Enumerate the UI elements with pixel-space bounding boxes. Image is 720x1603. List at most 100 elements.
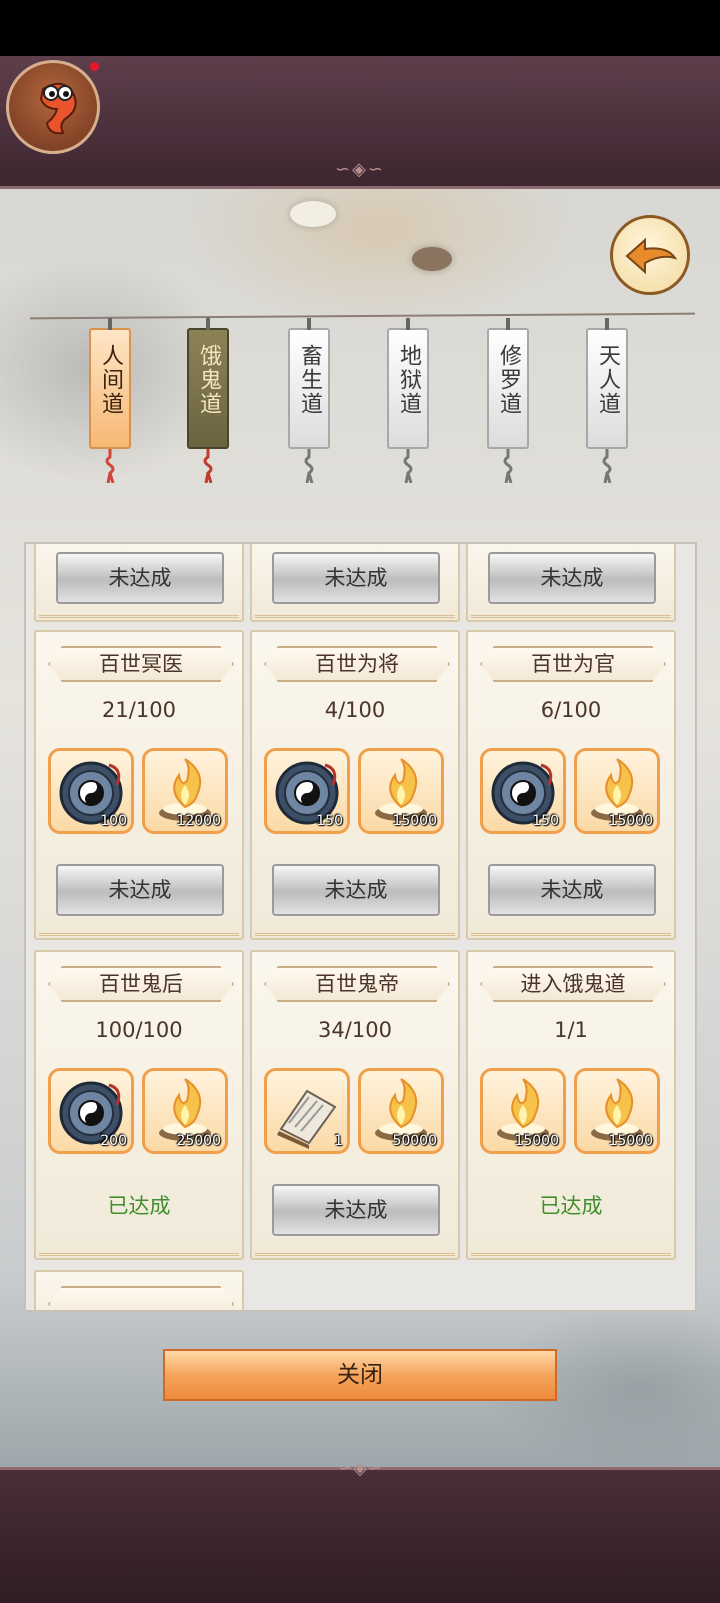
card-title: 百世为官 [531, 652, 615, 676]
yin-yang-orb-icon [290, 201, 336, 227]
tassel-knot-icon [403, 449, 413, 483]
footer-bar: ∽◈∽ [0, 1458, 720, 1603]
reward-item[interactable]: 1 [264, 1068, 350, 1154]
status-bar [0, 0, 720, 56]
reward-count: 1 [334, 1133, 343, 1149]
tab-hook [605, 318, 609, 330]
tassel-knot-icon [503, 449, 513, 483]
reward-item[interactable]: 15000 [480, 1068, 566, 1154]
reward-item[interactable]: 150 [480, 748, 566, 834]
yin-yang-orb-icon [412, 247, 452, 271]
status-button-not-achieved[interactable]: 未达成 [272, 552, 440, 604]
reward-count: 200 [100, 1133, 127, 1149]
tab-hook [307, 318, 311, 330]
tab-1[interactable]: 人间道 [89, 318, 131, 483]
tab-label: 畜生道 [297, 344, 322, 416]
tab-hook [506, 318, 510, 330]
card-title-ribbon [48, 1286, 234, 1310]
card-title: 百世冥医 [99, 652, 183, 676]
reward-item[interactable]: 200 [48, 1068, 134, 1154]
reward-item[interactable]: 15000 [574, 1068, 660, 1154]
reward-count: 12000 [176, 813, 221, 829]
card-title-ribbon: 百世鬼后 [48, 966, 234, 1002]
achievement-card-partial: 未达成 [34, 544, 244, 622]
card-title-ribbon: 百世鬼帝 [264, 966, 450, 1002]
achievement-panel[interactable]: 未达成 未达成 未达成 百世冥医 21/100 100 12000 未达成 百世为将 4/100 1… [24, 542, 697, 1312]
reward-item[interactable]: 50000 [358, 1068, 444, 1154]
achievement-card-partial: 未达成 [250, 544, 460, 622]
close-button[interactable]: 关闭 [163, 1349, 557, 1401]
reward-count: 15000 [392, 813, 437, 829]
tab-label: 人间道 [98, 344, 123, 416]
tab-label: 饿鬼道 [196, 344, 221, 416]
status-button-not-achieved[interactable]: 未达成 [488, 552, 656, 604]
tab-label: 天人道 [595, 344, 620, 416]
achievement-card: 进入饿鬼道 1/1 15000 15000 已达成 [466, 950, 676, 1260]
reward-item[interactable]: 15000 [358, 748, 444, 834]
card-title: 百世鬼后 [99, 972, 183, 996]
tab-5[interactable]: 修罗道 [487, 318, 529, 483]
tassel-knot-icon [203, 449, 213, 483]
achievement-card: 百世鬼帝 34/100 1 50000 未达成 [250, 950, 460, 1260]
reward-count: 150 [316, 813, 343, 829]
tassel-knot-icon [304, 449, 314, 483]
status-button-not-achieved[interactable]: 未达成 [488, 864, 656, 916]
reward-count: 15000 [608, 813, 653, 829]
reward-item[interactable]: 15000 [574, 748, 660, 834]
card-title-ribbon: 百世为将 [264, 646, 450, 682]
card-title: 百世鬼帝 [315, 972, 399, 996]
card-title: 进入饿鬼道 [520, 972, 626, 996]
reward-item[interactable]: 25000 [142, 1068, 228, 1154]
status-button-not-achieved[interactable]: 未达成 [272, 1184, 440, 1236]
achievement-card-partial [34, 1270, 244, 1310]
reward-count: 25000 [176, 1133, 221, 1149]
achievement-card: 百世鬼后 100/100 200 25000 已达成 [34, 950, 244, 1260]
reward-item[interactable]: 150 [264, 748, 350, 834]
status-achieved-label: 已达成 [107, 1194, 171, 1218]
tassel-knot-icon [105, 449, 115, 483]
tassel-knot-icon [602, 449, 612, 483]
tab-4[interactable]: 地狱道 [387, 318, 429, 483]
card-progress: 6/100 [540, 698, 602, 722]
player-avatar[interactable] [6, 60, 100, 154]
reward-count: 100 [100, 813, 127, 829]
header-ornament: ∽◈∽ [334, 159, 385, 180]
card-progress: 1/1 [554, 1018, 588, 1042]
tab-hook [406, 318, 410, 330]
reward-item[interactable]: 100 [48, 748, 134, 834]
achievement-card: 百世冥医 21/100 100 12000 未达成 [34, 630, 244, 940]
card-title-ribbon: 百世为官 [480, 646, 666, 682]
tab-2[interactable]: 饿鬼道 [187, 318, 229, 483]
notification-dot [90, 62, 99, 71]
status-button-not-achieved[interactable]: 未达成 [56, 552, 224, 604]
achievement-card: 百世为将 4/100 150 15000 未达成 [250, 630, 460, 940]
achievement-card: 百世为官 6/100 150 15000 未达成 [466, 630, 676, 940]
card-progress: 100/100 [95, 1018, 183, 1042]
footer-ornament: ∽◈∽ [337, 1458, 382, 1479]
reward-count: 150 [532, 813, 559, 829]
back-arrow-icon [625, 237, 678, 275]
tab-label: 地狱道 [396, 344, 421, 416]
back-button[interactable] [610, 215, 690, 295]
card-title-ribbon: 百世冥医 [48, 646, 234, 682]
achievement-card-partial: 未达成 [466, 544, 676, 622]
tab-6[interactable]: 天人道 [586, 318, 628, 483]
tab-hook [206, 318, 210, 330]
card-progress: 4/100 [324, 698, 386, 722]
card-progress: 34/100 [318, 1018, 392, 1042]
reward-item[interactable]: 12000 [142, 748, 228, 834]
shrimp-mascot-icon [39, 82, 77, 135]
tab-3[interactable]: 畜生道 [288, 318, 330, 483]
status-button-not-achieved[interactable]: 未达成 [272, 864, 440, 916]
reward-count: 15000 [514, 1133, 559, 1149]
tab-hook [108, 318, 112, 330]
card-progress: 21/100 [102, 698, 176, 722]
tab-label: 修罗道 [496, 344, 521, 416]
header-bar: ∽◈∽ [0, 56, 720, 189]
status-achieved-label: 已达成 [539, 1194, 603, 1218]
card-title-ribbon: 进入饿鬼道 [480, 966, 666, 1002]
card-title: 百世为将 [315, 652, 399, 676]
status-button-not-achieved[interactable]: 未达成 [56, 864, 224, 916]
reward-count: 15000 [608, 1133, 653, 1149]
reward-count: 50000 [392, 1133, 437, 1149]
